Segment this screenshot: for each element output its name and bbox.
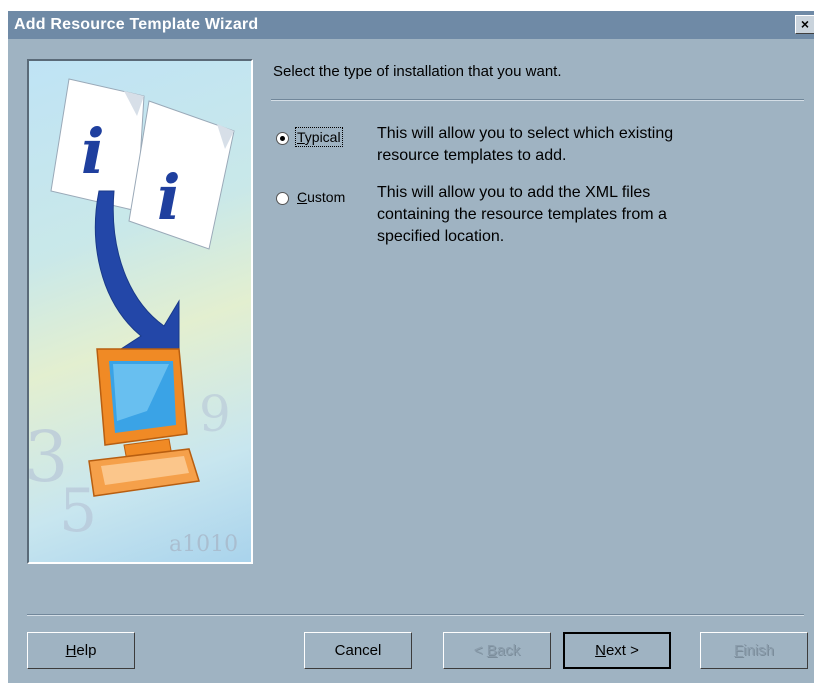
radio-label-text: ypical	[304, 129, 341, 145]
header-separator	[271, 99, 804, 101]
document-icon: i	[128, 100, 235, 250]
button-label: <	[473, 642, 487, 659]
back-button[interactable]: < Back	[443, 632, 551, 669]
button-label: elp	[76, 642, 97, 659]
accelerator-key: T	[297, 129, 305, 145]
description-line: containing the resource templates from a	[377, 206, 667, 223]
footer-separator	[27, 614, 804, 616]
button-label: ack	[496, 642, 521, 659]
custom-description: This will allow you to add the XML files…	[377, 182, 777, 248]
title-bar[interactable]: Add Resource Template Wizard ×	[8, 11, 814, 39]
accelerator-key: F	[733, 642, 744, 659]
next-button[interactable]: Next >	[563, 632, 671, 669]
finish-button[interactable]: Finish	[700, 632, 808, 669]
description-line: This will allow you to add the XML files	[377, 184, 651, 201]
typical-radio[interactable]	[276, 132, 289, 145]
description-line: This will allow you to select which exis…	[377, 125, 674, 142]
window-title: Add Resource Template Wizard	[14, 16, 259, 33]
svg-text:9: 9	[199, 385, 231, 443]
button-label: Cancel	[334, 642, 382, 659]
button-label: ext >	[605, 642, 639, 659]
radio-label-text: ustom	[307, 189, 346, 205]
illustration-letter: i	[81, 115, 105, 188]
button-label: inish	[743, 642, 775, 659]
description-line: specified location.	[377, 228, 505, 245]
wizard-illustration: 5 3 a1010 9 i i	[27, 59, 253, 564]
illustration-letter: i	[157, 161, 181, 234]
computer-icon	[88, 348, 200, 497]
accelerator-key: C	[297, 189, 308, 205]
help-button[interactable]: Help	[27, 632, 135, 669]
custom-radio-label[interactable]: Custom	[297, 189, 345, 205]
svg-text:a1010: a1010	[169, 532, 238, 557]
document-icon: i	[50, 78, 145, 212]
wizard-dialog: Add Resource Template Wizard × 5 3 a1010…	[7, 10, 814, 683]
accelerator-key: B	[486, 642, 497, 659]
custom-radio[interactable]	[276, 192, 289, 205]
svg-text:3: 3	[29, 416, 69, 498]
accelerator-key: H	[65, 642, 77, 659]
accelerator-key: N	[595, 642, 606, 659]
cancel-button[interactable]: Cancel	[304, 632, 412, 669]
typical-radio-label[interactable]: Typical	[295, 127, 343, 147]
typical-description: This will allow you to select which exis…	[377, 123, 777, 167]
description-line: resource templates to add.	[377, 147, 567, 164]
installation-type-prompt: Select the type of installation that you…	[273, 63, 562, 80]
close-button[interactable]: ×	[795, 15, 814, 34]
illustration-svg: 5 3 a1010 9 i i	[29, 78, 238, 557]
